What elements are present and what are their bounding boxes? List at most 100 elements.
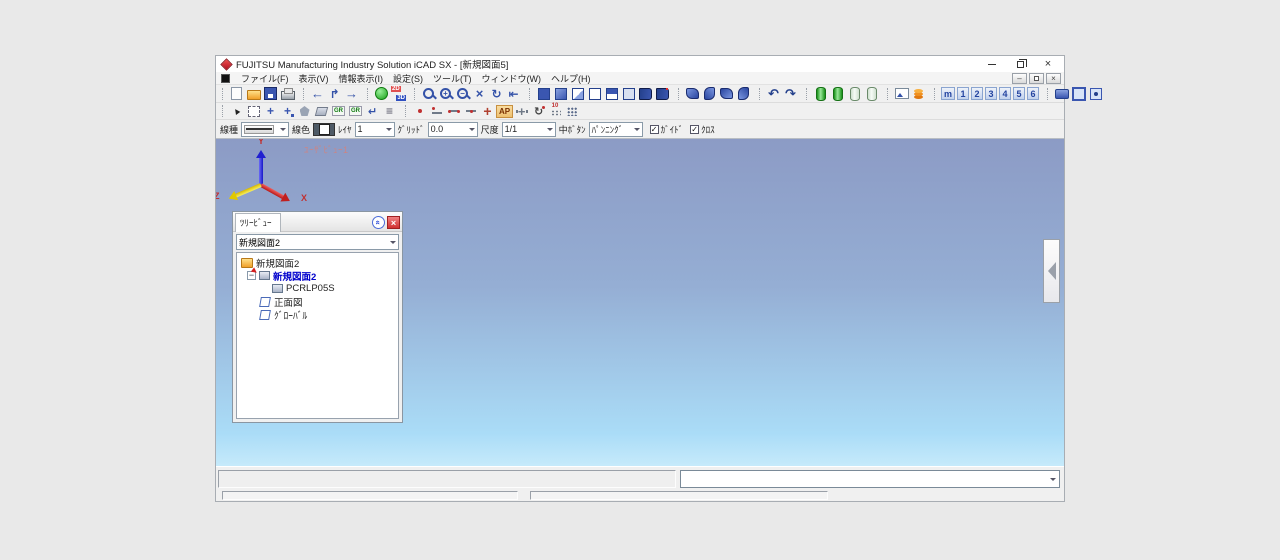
mdi-close-button[interactable]: × — [1046, 73, 1061, 84]
view-button-2[interactable]: 2 — [971, 87, 983, 100]
toolbar-grip[interactable] — [222, 105, 225, 117]
window-view-button[interactable] — [1070, 86, 1087, 102]
toolbar-grip[interactable] — [678, 88, 681, 100]
zoom-out-button[interactable] — [454, 86, 471, 102]
image-output-button[interactable] — [893, 86, 910, 102]
print-button[interactable] — [279, 86, 296, 102]
zoom-cancel-button[interactable] — [471, 86, 488, 102]
tree-panel-collapse-button[interactable] — [372, 216, 385, 229]
menu-window[interactable]: ウィンドウ(W) — [477, 72, 547, 85]
layer-combo[interactable]: 1 — [355, 122, 395, 137]
point-cross-button[interactable] — [479, 103, 496, 119]
menu-tools[interactable]: ツール(T) — [428, 72, 477, 85]
toolbar-grip[interactable] — [759, 88, 762, 100]
cylinder-off-2-button[interactable] — [863, 86, 880, 102]
zoom-in-button[interactable] — [437, 86, 454, 102]
toolbar-grip[interactable] — [414, 88, 417, 100]
toolbar-grip[interactable] — [806, 88, 809, 100]
drawing-canvas[interactable]: ﾕｰｻﾞﾋﾞｭｰ1 Y X Z ﾂﾘｰﾋﾞｭｰ — [216, 139, 1064, 466]
tree-panel-close-button[interactable] — [387, 216, 400, 229]
undo-button[interactable] — [765, 86, 782, 102]
restore-button[interactable] — [1006, 57, 1034, 72]
center-view-button[interactable] — [1087, 86, 1104, 102]
display-solid-button[interactable] — [535, 86, 552, 102]
branch-button[interactable] — [326, 86, 343, 102]
copy-point-button[interactable] — [279, 103, 296, 119]
display-flat-button[interactable] — [620, 86, 637, 102]
zoom-refresh-button[interactable] — [488, 86, 505, 102]
menu-settings[interactable]: 設定(S) — [388, 72, 428, 85]
pitch-grid-button[interactable] — [547, 103, 564, 119]
toolbar-grip[interactable] — [1047, 88, 1050, 100]
menu-help[interactable]: ヘルプ(H) — [546, 72, 596, 85]
zoom-search-button[interactable] — [420, 86, 437, 102]
parts-globe-button[interactable] — [373, 86, 390, 102]
display-half-shaded-button[interactable] — [569, 86, 586, 102]
back-button[interactable] — [309, 86, 326, 102]
move-point-button[interactable] — [262, 103, 279, 119]
layer-stack-button[interactable] — [910, 86, 927, 102]
2d-3d-convert-button[interactable] — [390, 86, 407, 102]
scale-combo[interactable]: 1/1 — [502, 122, 556, 137]
grid-combo[interactable]: 0.0 — [428, 122, 478, 137]
fit-view-button[interactable] — [1053, 86, 1070, 102]
point-cross-ticks-button[interactable] — [513, 103, 530, 119]
menu-view[interactable]: 表示(V) — [294, 72, 334, 85]
group-gr-1-button[interactable] — [330, 103, 347, 119]
toolbar-grip[interactable] — [303, 88, 306, 100]
point-middle-button[interactable] — [462, 103, 479, 119]
toolbar-grip[interactable] — [529, 88, 532, 100]
close-button[interactable]: × — [1034, 57, 1062, 72]
view-button-5[interactable]: 5 — [1013, 87, 1025, 100]
linecolor-swatch[interactable] — [313, 123, 335, 136]
tree-panel-titlebar[interactable]: ﾂﾘｰﾋﾞｭｰ — [233, 212, 402, 232]
save-button[interactable] — [262, 86, 279, 102]
cylinder-off-1-button[interactable] — [846, 86, 863, 102]
linetype-combo[interactable] — [241, 122, 289, 137]
minimize-button[interactable] — [978, 57, 1006, 72]
point-endpoints-button[interactable] — [445, 103, 462, 119]
point-rotate-button[interactable] — [530, 103, 547, 119]
view-button-3[interactable]: 3 — [985, 87, 997, 100]
display-shaded-button[interactable] — [552, 86, 569, 102]
command-combo[interactable] — [680, 470, 1060, 488]
list-button[interactable] — [381, 103, 398, 119]
middle-button-combo[interactable]: ﾊﾟﾝﾆﾝｸﾞ — [589, 122, 643, 137]
iso-view-2-button[interactable] — [701, 86, 718, 102]
view-button-4[interactable]: 4 — [999, 87, 1011, 100]
tree-node-part[interactable]: PCRLP05S — [239, 282, 396, 295]
toolbar-grip[interactable] — [405, 105, 408, 117]
cylinder-on-2-button[interactable] — [829, 86, 846, 102]
tree-drawing-combo[interactable]: 新規図面2 — [236, 234, 399, 250]
tree-node-model[interactable]: 新規図面2 — [239, 269, 396, 282]
display-wireframe-button[interactable] — [586, 86, 603, 102]
right-panel-expand-button[interactable] — [1043, 239, 1060, 303]
forward-button[interactable] — [343, 86, 360, 102]
select-region-button[interactable] — [245, 103, 262, 119]
group-gr-2-button[interactable] — [347, 103, 364, 119]
tree-node-front-view[interactable]: 正面図 — [239, 295, 396, 308]
toolbar-grip[interactable] — [934, 88, 937, 100]
parts-book-marked-button[interactable] — [654, 86, 671, 102]
grid-dots-button[interactable] — [564, 103, 581, 119]
menu-info-display[interactable]: 情報表示(I) — [334, 72, 389, 85]
view-button-1[interactable]: 1 — [957, 87, 969, 100]
zoom-previous-button[interactable] — [505, 86, 522, 102]
new-document-button[interactable] — [228, 86, 245, 102]
iso-view-4-button[interactable] — [735, 86, 752, 102]
mdi-minimize-button[interactable]: – — [1012, 73, 1027, 84]
iso-view-1-button[interactable] — [684, 86, 701, 102]
point-on-element-button[interactable] — [428, 103, 445, 119]
view-button-m[interactable]: m — [941, 87, 955, 100]
mdi-restore-button[interactable] — [1029, 73, 1044, 84]
tag-button[interactable] — [313, 103, 330, 119]
guide-checkbox[interactable] — [650, 125, 659, 134]
toolbar-grip[interactable] — [367, 88, 370, 100]
point-free-button[interactable] — [411, 103, 428, 119]
display-section-button[interactable] — [603, 86, 620, 102]
redo-button[interactable] — [782, 86, 799, 102]
mdi-system-menu-icon[interactable] — [219, 73, 231, 83]
open-button[interactable] — [245, 86, 262, 102]
polygon-button[interactable] — [296, 103, 313, 119]
toolbar-grip[interactable] — [887, 88, 890, 100]
